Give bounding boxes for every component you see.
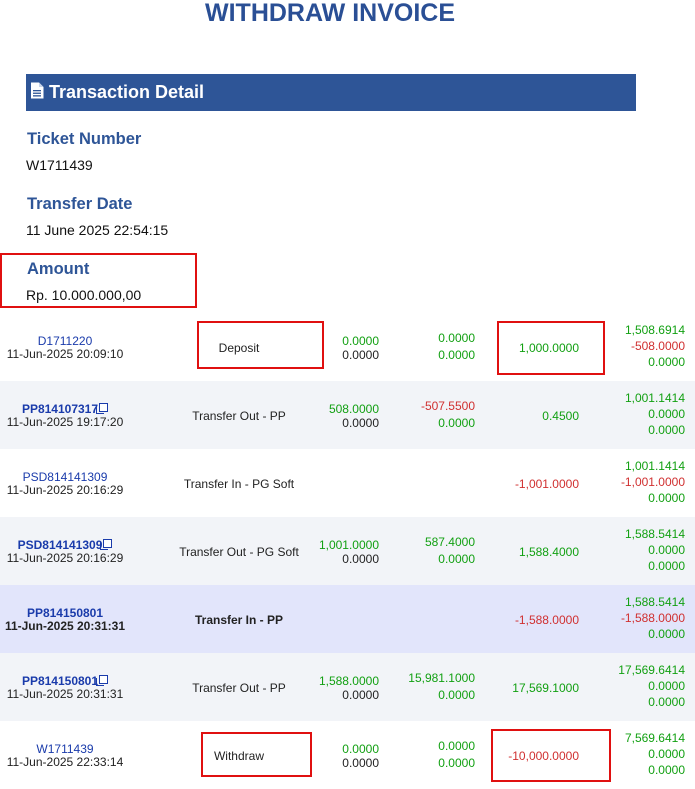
transaction-type: Transfer Out - PP [192,409,286,423]
amount-col1-value: 0.0000 [342,688,379,702]
balance-value: 0.0000 [648,679,685,693]
transfer-date-label: Transfer Date [27,195,133,213]
copy-icon[interactable] [96,675,109,686]
amount-col1-value: 0.0000 [342,552,379,566]
amount-col2-value: 0.0000 [438,416,475,430]
ticket-ref[interactable]: PP814150801 [27,606,103,620]
ticket-link[interactable]: W1711439 [0,742,130,756]
ticket-ref[interactable]: PSD814141309 [23,470,108,484]
amount-change-value: -1,001.0000 [514,477,579,491]
balance-value: 0.0000 [648,763,685,777]
withdraw-type-highlight-box [201,732,312,777]
balance-value: 1,001.1414 [624,391,685,405]
balance-value: 7,569.6414 [624,731,685,745]
document-icon [30,82,49,104]
balance-value: 0.0000 [648,747,685,761]
table-row: PP814107317 11-Jun-2025 19:17:20 Transfer … [0,381,695,449]
transaction-date: 11-Jun-2025 22:33:14 [6,755,124,769]
balance-value: -1,588.0000 [620,611,685,625]
amount-change-value: 1,588.4000 [518,545,579,559]
transaction-date: 11-Jun-2025 20:31:31 [4,619,126,633]
amount-col2-value: 0.0000 [438,688,475,702]
deposit-type-highlight-box [197,321,324,369]
amount-col1-value: 1,588.0000 [318,674,379,688]
section-header: Transaction Detail [26,74,636,111]
ticket-link[interactable]: PP814107317 [0,402,130,416]
balance-value: 1,508.6914 [624,323,685,337]
balance-value: 0.0000 [648,559,685,573]
ticket-ref[interactable]: PSD814141309 [18,538,103,552]
amount-col2-value: 15,981.1000 [408,671,475,685]
amount-highlight-box [0,253,197,308]
balance-value: 17,569.6414 [618,663,685,677]
balance-value: 0.0000 [648,627,685,641]
transaction-date: 11-Jun-2025 20:09:10 [6,347,124,361]
ticket-ref[interactable]: D1711220 [38,334,93,348]
ticket-link[interactable]: PP814150801 [0,606,130,620]
ticket-link[interactable]: D1711220 [0,334,130,348]
amount-col2-value: 0.0000 [438,348,475,362]
transfer-date-value: 11 June 2025 22:54:15 [26,222,169,238]
balance-value: 0.0000 [648,695,685,709]
transaction-type: Transfer In - PG Soft [183,477,295,491]
withdraw-amount-highlight-box [491,729,611,782]
transaction-type: Transfer Out - PG Soft [179,545,299,559]
transaction-type: Transfer In - PP [194,613,284,627]
balance-value: 0.0000 [648,543,685,557]
transaction-date: 11-Jun-2025 20:31:31 [6,687,124,701]
balance-value: 1,001.1414 [624,459,685,473]
amount-col2-value: 0.0000 [438,331,475,345]
amount-col1-value: 0.0000 [342,334,379,348]
amount-col1-value: 0.0000 [342,742,379,756]
ticket-link[interactable]: PSD814141309 [0,470,130,484]
balance-value: 0.0000 [648,423,685,437]
balance-value: -1,001.0000 [620,475,685,489]
transaction-date: 11-Jun-2025 20:16:29 [6,483,124,497]
amount-change-value: 17,569.1000 [512,681,579,695]
table-row: PSD814141309 11-Jun-2025 20:16:29 Transfer… [0,449,695,517]
balance-value: -508.0000 [630,339,685,353]
amount-col1-value: 0.0000 [342,348,379,362]
transaction-type: Transfer Out - PP [192,681,286,695]
amount-col1-value: 0.0000 [342,416,379,430]
amount-col2-value: 0.0000 [438,552,475,566]
balance-value: 0.0000 [648,355,685,369]
transaction-date: 11-Jun-2025 19:17:20 [6,415,124,429]
deposit-amount-highlight-box [497,321,605,375]
ticket-ref[interactable]: PP814107317 [22,402,98,416]
amount-col2-value: -507.5500 [420,399,475,413]
balance-value: 1,588.5414 [624,595,685,609]
balance-value: 1,588.5414 [624,527,685,541]
table-row: PP814150801 11-Jun-2025 20:31:31 Transfer … [0,653,695,721]
ticket-number-label: Ticket Number [27,130,142,148]
amount-col2-value: 0.0000 [438,756,475,770]
section-title: Transaction Detail [49,82,205,102]
amount-col1-value: 0.0000 [342,756,379,770]
copy-icon[interactable] [100,539,113,550]
page-title: WITHDRAW INVOICE [205,0,455,27]
ticket-ref[interactable]: PP814150801 [22,674,98,688]
amount-col2-value: 587.4000 [424,535,475,549]
copy-icon[interactable] [96,403,109,414]
amount-change-value: 0.4500 [542,409,579,423]
ticket-ref[interactable]: W1711439 [36,742,93,756]
amount-col2-value: 0.0000 [438,739,475,753]
balance-value: 0.0000 [648,407,685,421]
ticket-number-value: W1711439 [26,157,93,173]
amount-col1-value: 508.0000 [328,402,379,416]
balance-value: 0.0000 [648,491,685,505]
transaction-date: 11-Jun-2025 20:16:29 [6,551,124,565]
amount-change-value: -1,588.0000 [514,613,579,627]
table-row: PSD814141309 11-Jun-2025 20:16:29 Transfer… [0,517,695,585]
ticket-link[interactable]: PSD814141309 [0,538,130,552]
amount-col1-value: 1,001.0000 [318,538,379,552]
table-row: PP814150801 11-Jun-2025 20:31:31 Transfer … [0,585,695,653]
ticket-link[interactable]: PP814150801 [0,674,130,688]
